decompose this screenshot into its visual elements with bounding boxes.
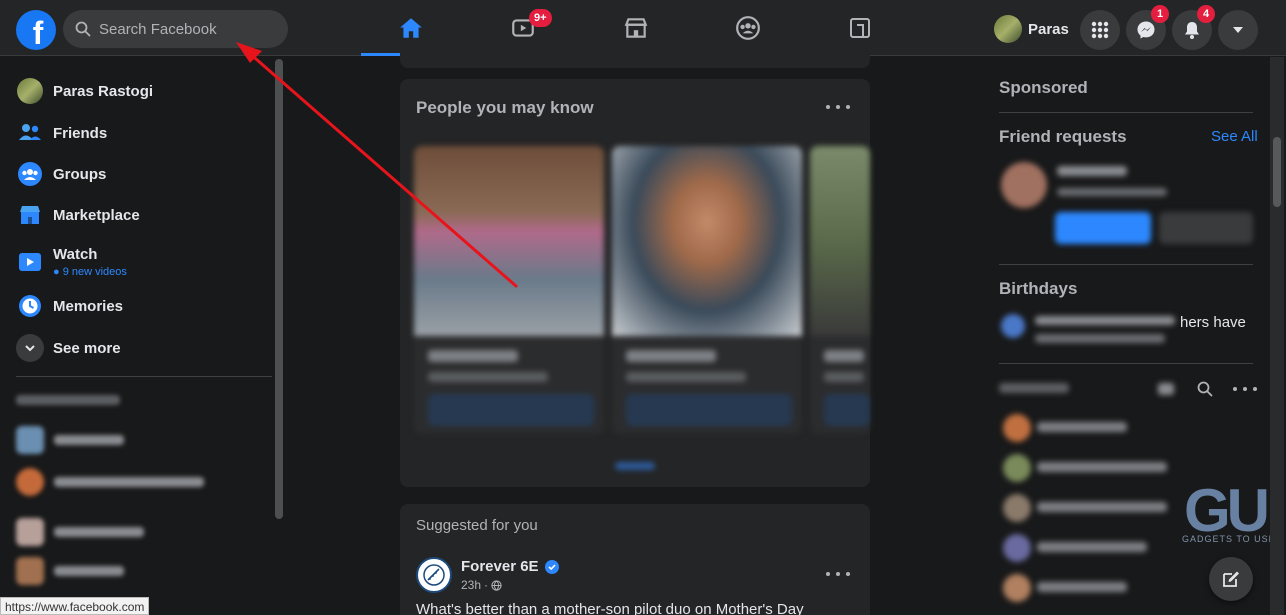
- sidebar-item-label: Friends: [53, 124, 108, 142]
- sidebar-item-label: See more: [53, 339, 121, 357]
- avatar: [16, 77, 44, 105]
- memories-icon: [19, 295, 41, 317]
- left-sidebar: Paras Rastogi Friends Groups Marketplace…: [0, 57, 286, 615]
- sidebar-divider: [16, 376, 272, 377]
- sidebar-item-label: Watch: [53, 246, 98, 263]
- right-divider: [999, 363, 1253, 364]
- contacts-list-blurred[interactable]: [999, 410, 1179, 610]
- avatar: [994, 15, 1022, 43]
- pymk-title: People you may know: [416, 98, 594, 117]
- post-time[interactable]: 23h: [461, 578, 481, 592]
- account-button[interactable]: [1218, 10, 1258, 50]
- shortcuts-heading-blurred: [16, 395, 120, 405]
- birthday-item-blurred[interactable]: [999, 310, 1179, 350]
- person-suggestion-card[interactable]: [414, 146, 604, 434]
- groups-icon: [736, 16, 760, 40]
- sidebar-item-label: Memories: [53, 297, 124, 315]
- see-all-link-blurred[interactable]: [615, 462, 655, 470]
- post-more-options[interactable]: [826, 566, 850, 582]
- globe-icon: [491, 579, 502, 591]
- status-bar-url: https://www.facebook.com: [0, 597, 150, 615]
- marketplace-icon: [624, 18, 648, 38]
- birthdays-heading: Birthdays: [999, 279, 1078, 298]
- shortcut-item[interactable]: [16, 468, 204, 496]
- person-suggestion-card[interactable]: [810, 146, 870, 434]
- right-divider: [999, 264, 1253, 265]
- watermark-text: GADGETS TO USE: [1182, 534, 1276, 544]
- grid-menu-icon: [1091, 21, 1109, 39]
- new-message-button[interactable]: [1209, 557, 1253, 601]
- friend-request-item-blurred[interactable]: [999, 160, 1255, 250]
- notifications-button[interactable]: 4: [1172, 5, 1215, 50]
- home-icon: [400, 18, 422, 38]
- menu-button[interactable]: [1080, 10, 1120, 50]
- video-room-icon[interactable]: [1158, 381, 1174, 397]
- sidebar-item-profile[interactable]: Paras Rastogi: [16, 71, 153, 111]
- compose-icon: [1223, 571, 1239, 587]
- watch-badge: 9+: [529, 9, 552, 27]
- forever6e-logo-icon: [423, 564, 445, 586]
- watch-icon: [19, 253, 41, 271]
- post-text: What's better than a mother-son pilot du…: [416, 601, 804, 615]
- sidebar-item-label: Marketplace: [53, 206, 140, 224]
- contacts-heading-blurred: [999, 380, 1089, 396]
- friends-icon: [19, 124, 41, 140]
- search-contacts-icon[interactable]: [1197, 381, 1213, 397]
- sidebar-item-groups[interactable]: Groups: [16, 154, 106, 194]
- sponsored-heading: Sponsored: [999, 78, 1088, 97]
- facebook-logo[interactable]: f: [16, 10, 56, 51]
- messenger-icon: [1137, 21, 1155, 39]
- marketplace-icon: [20, 206, 40, 224]
- sidebar-item-label: Groups: [53, 165, 107, 183]
- profile-name: Paras: [1028, 20, 1069, 38]
- notifications-badge: 4: [1197, 5, 1215, 23]
- sidebar-item-see-more[interactable]: See more: [16, 328, 121, 368]
- caret-down-icon: [1233, 27, 1243, 33]
- sidebar-item-label: Paras Rastogi: [53, 82, 154, 100]
- sidebar-item-memories[interactable]: Memories: [16, 286, 123, 326]
- pymk-more-options[interactable]: [826, 99, 850, 115]
- sidebar-item-marketplace[interactable]: Marketplace: [16, 195, 140, 235]
- shortcut-item[interactable]: [16, 518, 144, 546]
- sidebar-item-watch[interactable]: Watch ● 9 new videos: [16, 240, 127, 284]
- shortcut-item[interactable]: [16, 557, 124, 585]
- shortcut-item[interactable]: [16, 426, 124, 454]
- profile-chip[interactable]: Paras: [994, 14, 1077, 44]
- see-all-link[interactable]: See All: [1211, 128, 1258, 145]
- bell-icon: [1185, 22, 1199, 39]
- gadgets-to-use-watermark: GU GADGETS TO USE: [1180, 476, 1276, 566]
- friend-requests-heading: Friend requests: [999, 127, 1127, 146]
- watch-new-videos: ● 9 new videos: [53, 266, 127, 278]
- messenger-badge: 1: [1151, 5, 1169, 23]
- gaming-icon: [850, 18, 870, 38]
- sidebar-item-friends[interactable]: Friends: [16, 113, 107, 153]
- page-scrollbar[interactable]: [1270, 57, 1284, 615]
- avatar[interactable]: [416, 557, 452, 593]
- groups-icon: [18, 162, 42, 186]
- page-scrollbar-thumb[interactable]: [1273, 137, 1281, 207]
- birthday-text-visible: hers have: [1180, 314, 1246, 331]
- search-box[interactable]: [63, 10, 288, 48]
- contacts-more-options[interactable]: [1233, 381, 1257, 397]
- post-meta: 23h ·: [461, 578, 502, 592]
- messenger-button[interactable]: 1: [1126, 5, 1169, 50]
- suggested-for-you-label: Suggested for you: [416, 517, 538, 534]
- post-author-name[interactable]: Forever 6E: [461, 558, 539, 575]
- sidebar-scrollbar[interactable]: [275, 59, 283, 519]
- search-icon: [75, 21, 91, 37]
- search-input[interactable]: [99, 20, 269, 38]
- right-divider: [999, 112, 1253, 113]
- chevron-down-icon: [25, 345, 35, 352]
- person-suggestion-card[interactable]: [612, 146, 802, 434]
- stories-card-bottom: [400, 40, 870, 68]
- verified-badge-icon: [544, 559, 559, 574]
- post-author[interactable]: Forever 6E: [461, 558, 559, 575]
